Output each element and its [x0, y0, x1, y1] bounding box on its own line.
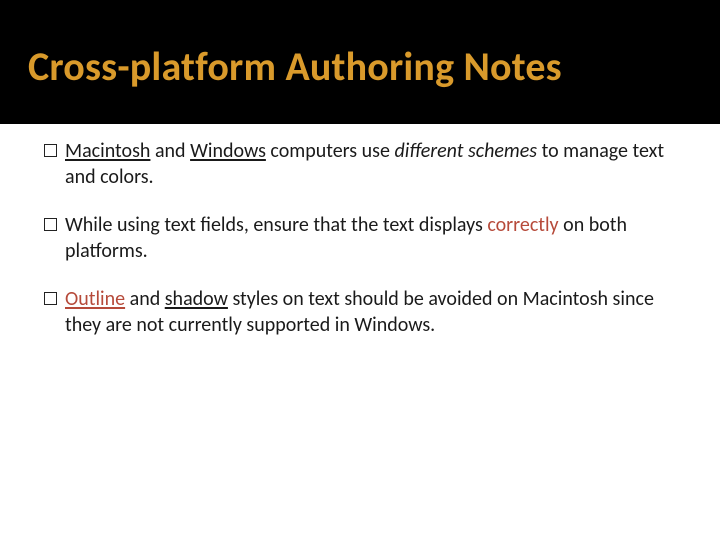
slide: Cross-platform Authoring Notes Macintosh…: [0, 0, 720, 540]
bullet-text: Macintosh and Windows computers use diff…: [65, 138, 676, 190]
bullet-item: Macintosh and Windows computers use diff…: [44, 138, 676, 190]
bullet-item: Outline and shadow styles on text should…: [44, 286, 676, 338]
title-bar: Cross-platform Authoring Notes: [0, 22, 720, 112]
body-area: Macintosh and Windows computers use diff…: [0, 124, 720, 540]
square-bullet-icon: [44, 292, 57, 305]
bullet-text: Outline and shadow styles on text should…: [65, 286, 676, 338]
square-bullet-icon: [44, 144, 57, 157]
bullet-text: While using text fields, ensure that the…: [65, 212, 676, 264]
slide-title: Cross-platform Authoring Notes: [28, 46, 562, 88]
square-bullet-icon: [44, 218, 57, 231]
bullet-item: While using text fields, ensure that the…: [44, 212, 676, 264]
